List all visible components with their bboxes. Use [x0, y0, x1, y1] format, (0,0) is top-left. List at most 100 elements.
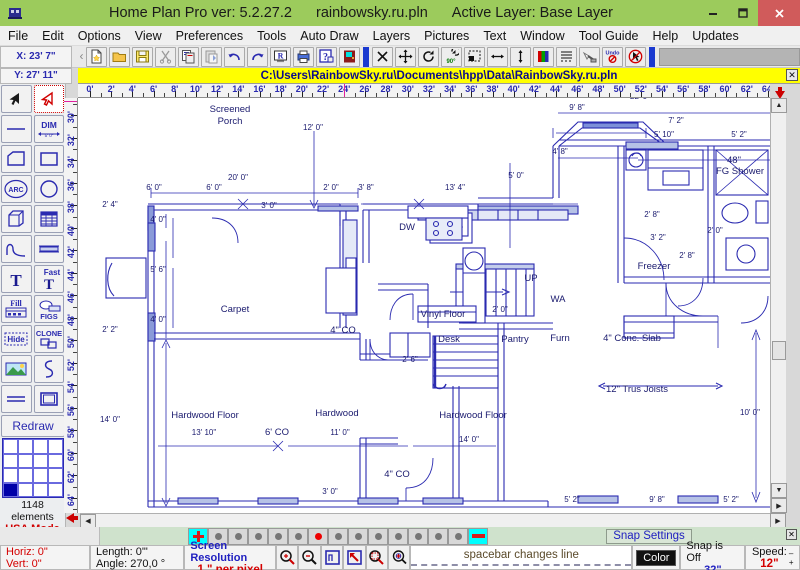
layer-cell[interactable] [33, 468, 48, 483]
copy-icon[interactable] [178, 47, 199, 67]
layer-cell[interactable] [18, 439, 33, 454]
palette-dot-8[interactable] [368, 528, 388, 545]
select-region-icon[interactable] [464, 47, 485, 67]
scroll-page-button[interactable]: ▶ [771, 498, 787, 513]
close-button[interactable] [758, 0, 800, 26]
double-line-tool[interactable] [1, 385, 32, 413]
maximize-button[interactable] [728, 0, 758, 26]
layer-cell-active[interactable] [3, 483, 18, 498]
cut-scissors-icon[interactable] [155, 47, 176, 67]
fill-tool[interactable]: Fill [1, 295, 32, 323]
menu-file[interactable]: File [0, 26, 35, 46]
palette-dot-11[interactable] [428, 528, 448, 545]
palette-dot-12[interactable] [448, 528, 468, 545]
menu-pictures[interactable]: Pictures [417, 26, 476, 46]
snap-settings-button[interactable]: Snap Settings [606, 529, 692, 544]
menu-window[interactable]: Window [513, 26, 571, 46]
freehand-tool[interactable] [34, 355, 65, 383]
speed-decrease-button[interactable]: – [789, 549, 794, 558]
speed-increase-button[interactable]: + [789, 558, 794, 567]
menu-text[interactable]: Text [476, 26, 513, 46]
menu-view[interactable]: View [128, 26, 169, 46]
save-disk-icon[interactable] [132, 47, 153, 67]
palette-dot-9[interactable] [388, 528, 408, 545]
menu-options[interactable]: Options [71, 26, 128, 46]
layer-cell[interactable] [3, 439, 18, 454]
path-close-button[interactable]: ✕ [786, 69, 798, 81]
palette-close-button[interactable]: ✕ [786, 529, 797, 540]
palette-dot-5-active[interactable] [308, 528, 328, 545]
layer-cell[interactable] [18, 483, 33, 498]
horizontal-size-icon[interactable] [487, 47, 508, 67]
clone-tool[interactable]: CLONE [34, 325, 65, 353]
palette-dot-4[interactable] [288, 528, 308, 545]
vertical-ruler[interactable]: 30'32'34'36'38'40'42'44'46'48'50'52'54'5… [64, 98, 78, 513]
new-file-icon[interactable] [86, 47, 107, 67]
fit-window-button[interactable] [321, 545, 343, 570]
open-folder-icon[interactable] [109, 47, 130, 67]
palette-dot-10[interactable] [408, 528, 428, 545]
horizontal-ruler[interactable]: 0'2'4'6'8'10'12'14'16'18'20'22'24'26'28'… [78, 84, 770, 98]
scroll-right-button[interactable]: ▶ [770, 513, 786, 528]
delete-x-icon[interactable] [372, 47, 393, 67]
layer-cell[interactable] [48, 483, 63, 498]
picture-tool[interactable] [1, 355, 32, 383]
layer-cell[interactable] [33, 439, 48, 454]
stairs-tool[interactable] [34, 205, 65, 233]
color-bars-icon[interactable] [533, 47, 554, 67]
register-icon[interactable]: R [270, 47, 291, 67]
menu-help[interactable]: Help [645, 26, 685, 46]
box-tool[interactable] [34, 385, 65, 413]
rectangle-tool[interactable] [34, 145, 65, 173]
floor-plan-canvas[interactable]: ScreenedPorchCarpetVinyl FloorDeskPantry… [78, 98, 770, 513]
menu-updates[interactable]: Updates [685, 26, 746, 46]
layer-cell[interactable] [48, 454, 63, 469]
figs-tool[interactable]: FIGS [34, 295, 65, 323]
paint-icon[interactable] [579, 47, 600, 67]
vertical-size-icon[interactable] [510, 47, 531, 67]
zoom-in-button[interactable] [276, 545, 298, 570]
palette-dot-6[interactable] [328, 528, 348, 545]
undo-disable-icon[interactable]: Undo [602, 47, 623, 67]
layer-cell[interactable] [18, 468, 33, 483]
undo-arrow-icon[interactable] [224, 47, 245, 67]
circle-tool[interactable] [34, 175, 65, 203]
zoom-out-button[interactable] [298, 545, 320, 570]
layer-cell[interactable] [3, 454, 18, 469]
menu-auto-draw[interactable]: Auto Draw [293, 26, 365, 46]
help-icon[interactable]: ? [316, 47, 337, 67]
dimension-tool[interactable]: DIM5' 0" [34, 115, 65, 143]
color-button[interactable]: Color [636, 550, 676, 566]
menu-tool-guide[interactable]: Tool Guide [572, 26, 646, 46]
menu-tools[interactable]: Tools [250, 26, 293, 46]
palette-remove-button[interactable] [468, 528, 488, 545]
select-region-tool[interactable] [34, 85, 65, 113]
layer-cell[interactable] [33, 483, 48, 498]
rotate-90-icon[interactable]: 90° [441, 47, 462, 67]
layer-cell[interactable] [18, 454, 33, 469]
fast-text-tool[interactable]: FastT [34, 265, 65, 293]
speed-stepper[interactable]: – + [787, 549, 794, 567]
zoom-all-button[interactable] [388, 545, 410, 570]
redo-arrow-icon[interactable] [247, 47, 268, 67]
curve-tool[interactable] [1, 235, 32, 263]
snap-display[interactable]: Snap is Off 32" [680, 545, 745, 570]
scroll-up-button[interactable]: ▲ [771, 98, 787, 113]
redraw-button[interactable]: Redraw [1, 415, 65, 437]
layer-cell[interactable] [3, 468, 18, 483]
paste-icon[interactable] [201, 47, 222, 67]
rotate-icon[interactable] [418, 47, 439, 67]
vertical-scroll-thumb[interactable] [772, 341, 786, 360]
text-tool[interactable]: T [1, 265, 32, 293]
move-icon[interactable] [395, 47, 416, 67]
exit-door-icon[interactable] [339, 47, 360, 67]
hide-tool[interactable]: Hide [1, 325, 32, 353]
print-icon[interactable] [293, 47, 314, 67]
layer-cell[interactable] [33, 454, 48, 469]
scroll-down-button[interactable]: ▼ [771, 483, 787, 498]
previous-view-button[interactable] [343, 545, 365, 570]
select-arrow-tool[interactable] [1, 85, 32, 113]
room-tool[interactable] [1, 205, 32, 233]
palette-dot-3[interactable] [268, 528, 288, 545]
speed-display[interactable]: Speed: 12" – + [745, 545, 800, 570]
